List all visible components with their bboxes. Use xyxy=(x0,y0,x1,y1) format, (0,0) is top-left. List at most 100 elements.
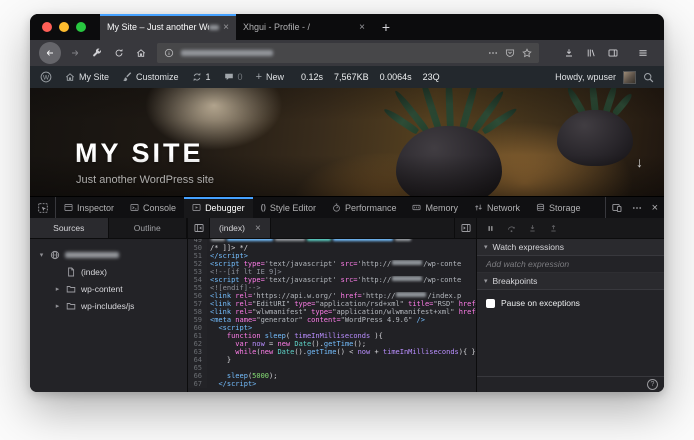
add-watch-expression-input[interactable]: Add watch expression xyxy=(477,256,664,273)
devtools-tab-console[interactable]: Console xyxy=(122,197,184,218)
line-number[interactable]: 58 xyxy=(188,308,207,316)
line-number[interactable]: 50 xyxy=(188,244,207,252)
code-line[interactable]: 67 </script> xyxy=(188,380,476,388)
line-number[interactable]: 54 xyxy=(188,276,207,284)
devtools-tab-memory[interactable]: Memory xyxy=(404,197,466,218)
close-window-button[interactable] xyxy=(42,22,52,32)
watch-expressions-header[interactable]: ▾ Watch expressions xyxy=(477,239,664,256)
code-line[interactable]: 65 xyxy=(188,364,476,372)
line-number[interactable]: 65 xyxy=(188,364,207,372)
tree-item-wp-includes-js[interactable]: ▸ wp-includes/js xyxy=(30,297,187,314)
home-button[interactable] xyxy=(131,44,150,63)
chevron-right-icon[interactable]: ▸ xyxy=(54,285,61,293)
code-line[interactable]: 52 <script type='text/javascript' src='ht… xyxy=(188,260,476,268)
expand-panes-button[interactable] xyxy=(454,218,476,238)
page-actions-icon[interactable] xyxy=(488,48,498,58)
code-line[interactable]: 53 <!--[if lt IE 9]> xyxy=(188,268,476,276)
code-line[interactable]: 56 <link rel='https://api.w.org/' href='h… xyxy=(188,292,476,300)
pause-on-exceptions-checkbox[interactable] xyxy=(486,298,495,308)
adminbar-updates[interactable]: 1 xyxy=(192,72,211,82)
file-tab-close-icon[interactable]: × xyxy=(255,223,261,234)
search-icon[interactable] xyxy=(643,72,654,83)
reload-button[interactable] xyxy=(109,44,128,63)
code-line[interactable]: 50/* ]]> */ xyxy=(188,244,476,252)
code-line[interactable]: 51 </script> xyxy=(188,252,476,260)
scroll-down-arrow[interactable]: ↓ xyxy=(636,154,643,170)
adminbar-comments[interactable]: 0 xyxy=(224,72,243,82)
minimize-window-button[interactable] xyxy=(59,22,69,32)
avatar[interactable] xyxy=(623,70,636,84)
pause-on-exceptions-row[interactable]: Pause on exceptions xyxy=(486,298,655,308)
code-line[interactable]: 60 <script> xyxy=(188,324,476,332)
code-line[interactable]: 64 } xyxy=(188,356,476,364)
stat-value[interactable]: 23Q xyxy=(423,72,440,82)
line-number[interactable]: 52 xyxy=(188,260,207,268)
back-button[interactable] xyxy=(39,42,61,64)
stat-value[interactable]: 0.12s xyxy=(301,72,323,82)
wp-logo-button[interactable]: W xyxy=(40,71,52,83)
line-number[interactable]: 63 xyxy=(188,348,207,356)
line-number[interactable]: 55 xyxy=(188,284,207,292)
collapse-sources-button[interactable] xyxy=(188,218,210,238)
zoom-window-button[interactable] xyxy=(76,22,86,32)
step-out-icon[interactable] xyxy=(549,224,558,233)
code-line[interactable]: 54 <script type='text/javascript' src='ht… xyxy=(188,276,476,284)
bookmark-star-icon[interactable] xyxy=(522,48,532,58)
devtools-options-icon[interactable] xyxy=(632,203,642,213)
line-number[interactable]: 66 xyxy=(188,372,207,380)
devtools-tab-inspector[interactable]: Inspector xyxy=(56,197,122,218)
code-line[interactable]: 63 while(new Date().getTime() < now + ti… xyxy=(188,348,476,356)
browser-tab-xhgui[interactable]: Xhgui - Profile - / × xyxy=(236,14,372,40)
code-line[interactable]: 61 function sleep( timeInMilliseconds ){ xyxy=(188,332,476,340)
code-line[interactable]: 58 <link rel="wlwmanifest" type="applicat… xyxy=(188,308,476,316)
page-tools-button[interactable] xyxy=(87,44,106,63)
devtools-tab-style-editor[interactable]: () Style Editor xyxy=(253,197,324,218)
tree-item--index-[interactable]: (index) xyxy=(30,263,187,280)
adminbar-new[interactable]: + New xyxy=(256,71,284,83)
site-info-icon[interactable] xyxy=(164,48,174,58)
step-in-icon[interactable] xyxy=(528,224,537,233)
line-number[interactable]: 62 xyxy=(188,340,207,348)
code-line[interactable]: 57 <link rel="EditURI" type="application/… xyxy=(188,300,476,308)
line-number[interactable]: 57 xyxy=(188,300,207,308)
howdy-greeting[interactable]: Howdy, wpuser xyxy=(555,72,616,82)
code-line[interactable]: 62 var now = new Date().getTime(); xyxy=(188,340,476,348)
pocket-icon[interactable] xyxy=(505,48,515,58)
devtools-tab-debugger[interactable]: Debugger xyxy=(184,197,253,218)
tab-close-icon[interactable]: × xyxy=(223,22,229,33)
browser-tab-my-site[interactable]: My Site – Just another WordPress s × xyxy=(100,14,236,40)
node-picker-button[interactable] xyxy=(30,197,56,218)
devtools-tab-storage[interactable]: Storage xyxy=(528,197,589,218)
devtools-close-icon[interactable]: × xyxy=(652,202,658,214)
devtools-tab-network[interactable]: Network xyxy=(466,197,528,218)
devtools-tab-performance[interactable]: Performance xyxy=(324,197,405,218)
stat-value[interactable]: 0.0064s xyxy=(380,72,412,82)
tab-outline[interactable]: Outline xyxy=(109,218,187,238)
pause-icon[interactable] xyxy=(486,224,495,233)
new-tab-button[interactable]: + xyxy=(372,14,400,40)
line-number[interactable]: 67 xyxy=(188,380,207,388)
chevron-down-icon[interactable]: ▾ xyxy=(38,251,45,259)
adminbar-customize[interactable]: Customize xyxy=(122,72,179,82)
step-over-icon[interactable] xyxy=(507,224,516,233)
line-number[interactable]: 64 xyxy=(188,356,207,364)
url-bar[interactable] xyxy=(157,43,539,63)
sidebar-toggle-button[interactable] xyxy=(603,44,622,63)
tree-item-wp-content[interactable]: ▸ wp-content xyxy=(30,280,187,297)
source-code-view[interactable]: 49 50/* ]]> */51 </script> 52 <script type='… xyxy=(188,239,476,392)
responsive-mode-icon[interactable] xyxy=(611,203,622,213)
code-line[interactable]: 66 sleep(5000); xyxy=(188,372,476,380)
line-number[interactable]: 53 xyxy=(188,268,207,276)
line-number[interactable]: 59 xyxy=(188,316,207,324)
file-tab-index[interactable]: (index) × xyxy=(210,218,271,238)
tab-sources[interactable]: Sources xyxy=(30,218,109,238)
downloads-button[interactable] xyxy=(559,44,578,63)
library-button[interactable] xyxy=(581,44,600,63)
tree-item-domain[interactable]: ▾ xyxy=(30,246,187,263)
line-number[interactable]: 51 xyxy=(188,252,207,260)
line-number[interactable]: 60 xyxy=(188,324,207,332)
code-line[interactable]: 59 <meta name="generator" content="WordPr… xyxy=(188,316,476,324)
tab-close-icon[interactable]: × xyxy=(359,22,365,33)
chevron-right-icon[interactable]: ▸ xyxy=(54,302,61,310)
line-number[interactable]: 61 xyxy=(188,332,207,340)
